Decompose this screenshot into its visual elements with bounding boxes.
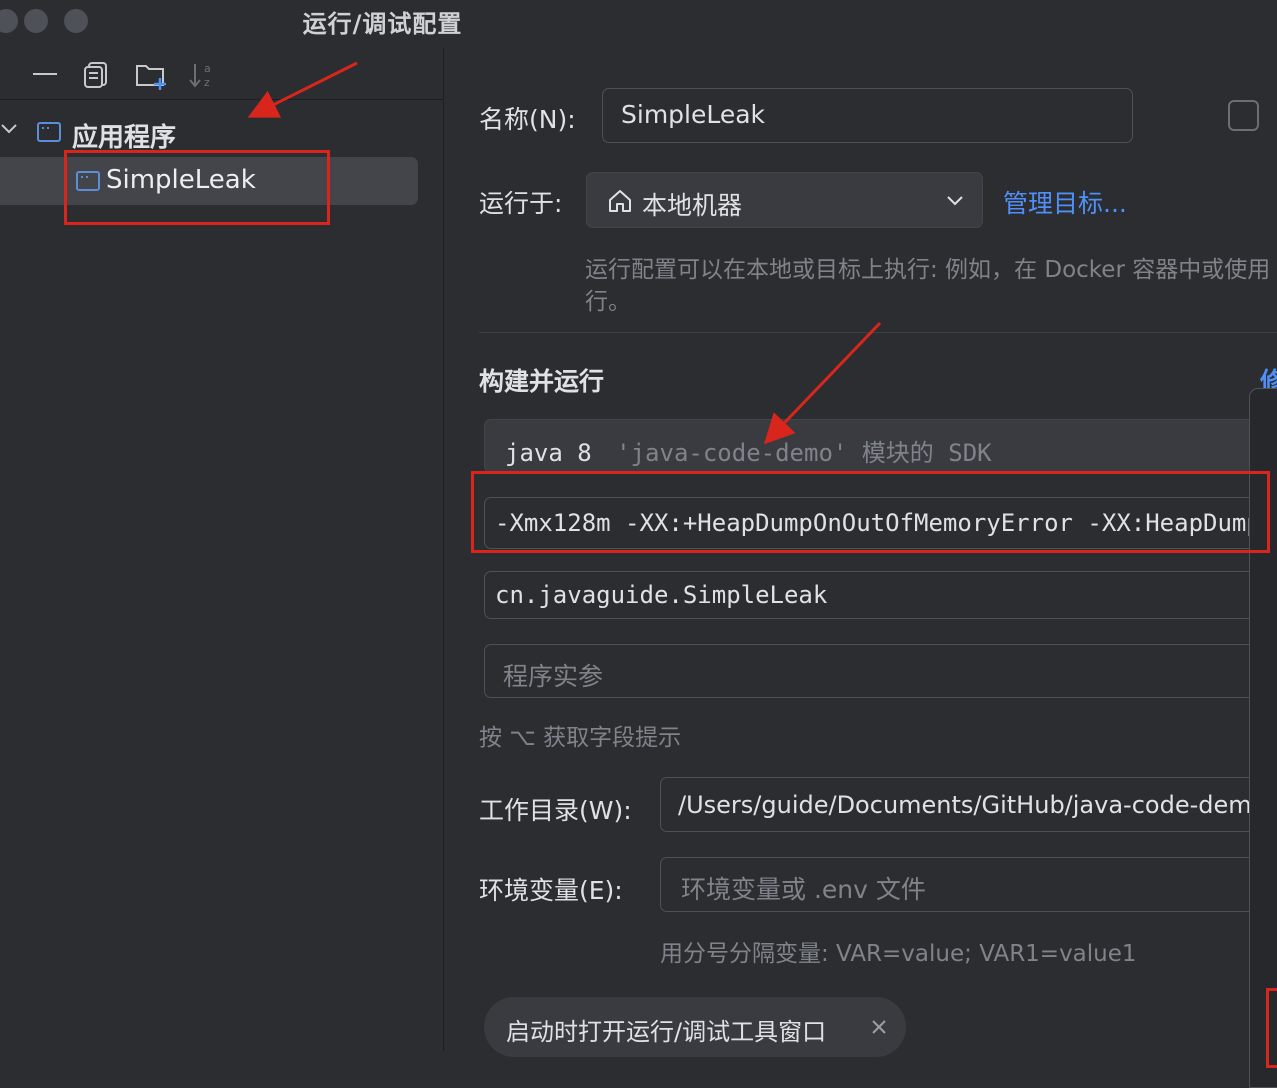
env-placeholder: 环境变量或 .env 文件 [681,875,926,904]
toolbar-divider [0,99,443,100]
name-input[interactable]: SimpleLeak [602,88,1133,143]
copy-icon[interactable] [84,60,112,94]
application-icon [37,122,61,142]
env-label: 环境变量(E): [479,876,623,905]
chevron-down-icon[interactable] [0,120,18,142]
modify-options-popup[interactable] [1249,388,1277,1088]
run-on-hint-line1: 运行配置可以在本地或目标上执行: 例如，在 Docker 容器中或使用 [585,257,1271,283]
work-dir-label: 工作目录(W): [479,796,632,825]
sdk-value-hint: 'java-code-demo' 模块的 SDK [616,439,992,467]
sdk-value-main: java 8 [505,439,592,467]
vm-options-value: -Xmx128m -XX:+HeapDumpOnOutOfMemoryError… [495,509,1277,537]
svg-text:z: z [204,76,210,89]
svg-text:a: a [204,62,211,75]
tree-folder-label: 应用程序 [72,123,177,153]
work-dir-value: /Users/guide/Documents/GitHub/java-code-… [678,791,1267,819]
open-tool-window-tag[interactable]: 启动时打开运行/调试工具窗口 [484,997,906,1057]
program-args-input[interactable]: 程序实参 [484,644,1277,698]
sdk-select[interactable]: java 8 'java-code-demo' 模块的 SDK [484,419,1277,473]
tree-folder-application[interactable]: 应用程序 [0,112,443,153]
plus-icon[interactable] [0,60,8,94]
vm-options-input[interactable]: -Xmx128m -XX:+HeapDumpOnOutOfMemoryError… [484,497,1277,549]
store-as-file-checkbox[interactable] [1228,100,1259,131]
env-input[interactable]: 环境变量或 .env 文件 [660,857,1277,912]
tree-item-label: SimpleLeak [106,165,256,195]
name-input-value: SimpleLeak [621,100,766,129]
manage-targets-link[interactable]: 管理目标... [1003,184,1127,220]
new-folder-icon[interactable] [135,60,169,96]
tree-item-simpleleak[interactable]: SimpleLeak [0,157,418,205]
application-icon [76,171,100,191]
env-hint: 用分号分隔变量: VAR=value; VAR1=value1 [660,941,1137,967]
name-label: 名称(N): [479,105,576,134]
main-class-value: cn.javaguide.SimpleLeak [495,581,828,609]
build-run-section-title: 构建并运行 [479,367,605,396]
tag-label: 启动时打开运行/调试工具窗口 [506,1018,827,1046]
field-hint: 按 ⌥ 获取字段提示 [479,725,682,751]
program-args-placeholder: 程序实参 [503,662,604,691]
run-on-hint-line2: 行。 [585,289,631,315]
section-divider [479,332,1277,333]
minus-icon[interactable] [31,60,59,94]
work-dir-input[interactable]: /Users/guide/Documents/GitHub/java-code-… [660,777,1277,832]
run-on-value: 本地机器 [642,191,743,220]
sort-az-icon[interactable]: az [188,60,218,96]
sdk-value: java 8 'java-code-demo' 模块的 SDK [505,433,992,468]
home-icon [607,188,633,218]
chevron-down-icon [945,192,965,214]
close-icon[interactable] [869,1017,889,1041]
run-on-label: 运行于: [479,189,563,218]
run-on-select[interactable]: 本地机器 [586,172,983,228]
window-title: 运行/调试配置 [302,10,463,38]
main-class-input[interactable]: cn.javaguide.SimpleLeak [484,571,1277,619]
